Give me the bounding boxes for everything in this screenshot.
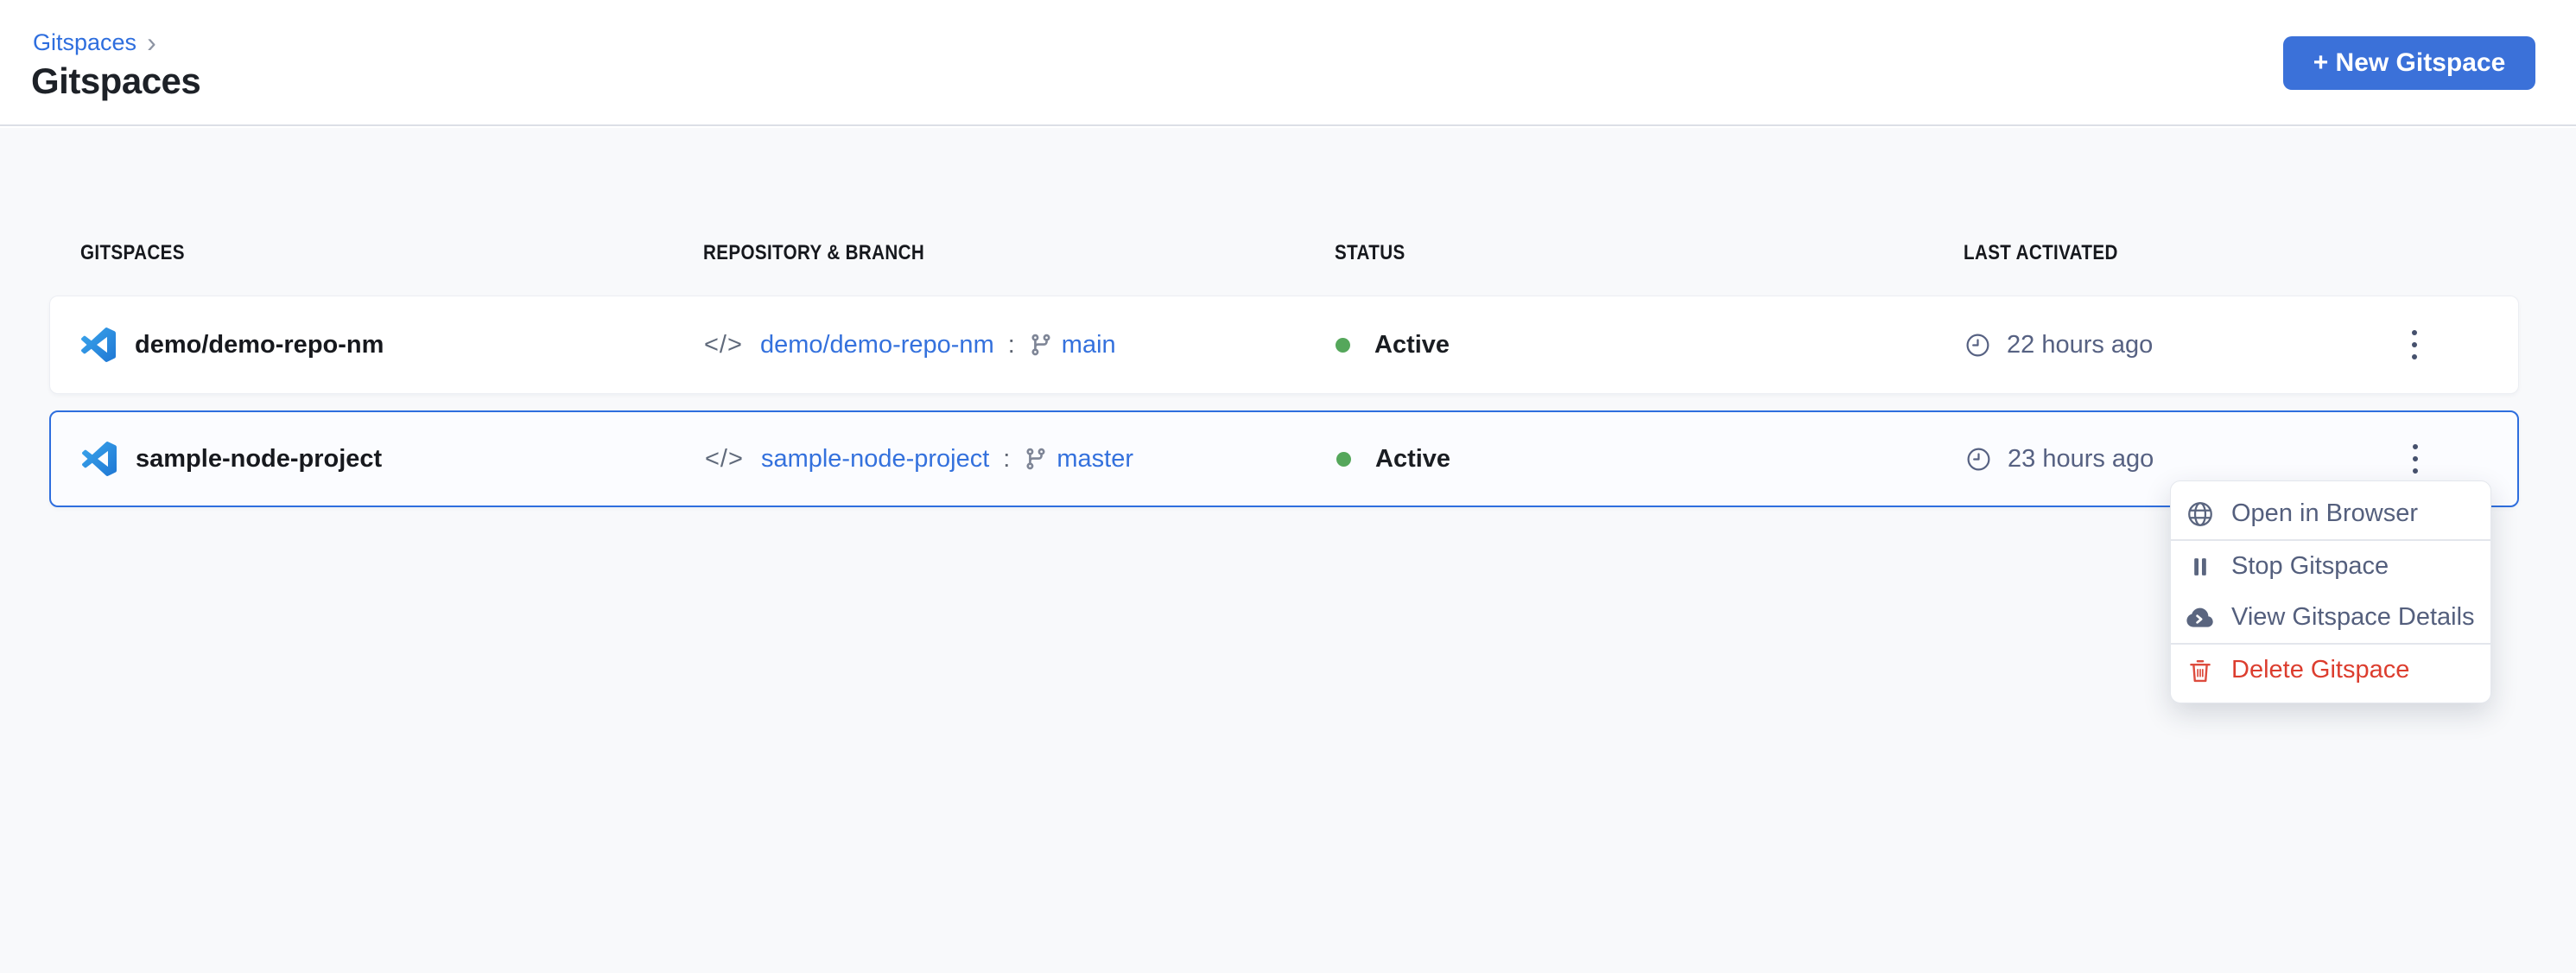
repo-branch-separator: : [1008, 331, 1015, 359]
gitspaces-table: GITSPACES REPOSITORY & BRANCH STATUS LAS… [49, 128, 2519, 507]
last-activated-label: 22 hours ago [2007, 331, 2153, 359]
menu-item-label: Open in Browser [2231, 499, 2418, 528]
gitspace-name: sample-node-project [136, 445, 382, 474]
menu-item-label: Delete Gitspace [2231, 656, 2409, 684]
column-header-status: STATUS [1335, 241, 1964, 265]
repository-link[interactable]: sample-node-project [761, 445, 989, 474]
table-row[interactable]: sample-node-project </> sample-node-proj… [49, 410, 2519, 507]
table-row[interactable]: demo/demo-repo-nm </> demo/demo-repo-nm … [49, 296, 2519, 394]
repo-branch-separator: : [1003, 445, 1010, 474]
trash-icon [2185, 656, 2216, 685]
repository-link[interactable]: demo/demo-repo-nm [760, 331, 994, 359]
column-header-repository-branch: REPOSITORY & BRANCH [703, 241, 1335, 265]
new-gitspace-button[interactable]: + New Gitspace [2283, 36, 2535, 90]
code-icon: </> [704, 331, 743, 359]
vscode-icon [82, 442, 117, 476]
menu-item-stop-gitspace[interactable]: Stop Gitspace [2171, 541, 2490, 592]
vscode-icon [81, 328, 116, 362]
code-icon: </> [705, 445, 744, 474]
git-branch-icon [1029, 333, 1053, 357]
chevron-right-icon: › [147, 31, 156, 54]
gitspaces-page: Gitspaces › Gitspaces + New Gitspace GIT… [0, 0, 2576, 973]
menu-item-label: Stop Gitspace [2231, 552, 2389, 581]
status-dot [1336, 452, 1351, 467]
menu-item-view-gitspace-details[interactable]: View Gitspace Details [2171, 592, 2490, 643]
branch-link[interactable]: main [1062, 331, 1116, 359]
gitspace-name: demo/demo-repo-nm [135, 331, 384, 359]
column-header-gitspaces: GITSPACES [80, 241, 703, 265]
pause-icon [2185, 552, 2216, 582]
column-header-last-activated: LAST ACTIVATED [1964, 241, 2361, 265]
git-branch-icon [1024, 447, 1048, 471]
kebab-menu-icon[interactable] [2400, 321, 2429, 368]
status-label: Active [1375, 445, 1450, 474]
branch-link[interactable]: master [1056, 445, 1133, 474]
menu-item-label: View Gitspace Details [2231, 603, 2475, 632]
breadcrumb: Gitspaces › [33, 29, 156, 56]
menu-item-open-in-browser[interactable]: Open in Browser [2171, 488, 2490, 539]
last-activated-label: 23 hours ago [2008, 445, 2154, 474]
page-header: Gitspaces › Gitspaces + New Gitspace [0, 0, 2576, 126]
status-dot [1336, 338, 1350, 353]
breadcrumb-link-gitspaces[interactable]: Gitspaces [33, 29, 136, 56]
status-label: Active [1374, 331, 1450, 359]
context-menu: Open in Browser Stop Gitspace View Gitsp… [2170, 480, 2491, 703]
table-header-row: GITSPACES REPOSITORY & BRANCH STATUS LAS… [49, 235, 2519, 271]
clock-icon [1964, 332, 1991, 359]
menu-item-delete-gitspace[interactable]: Delete Gitspace [2171, 645, 2490, 696]
cloud-icon [2185, 603, 2216, 633]
page-title: Gitspaces [31, 60, 200, 102]
kebab-menu-icon[interactable] [2401, 436, 2430, 482]
clock-icon [1965, 446, 1992, 473]
globe-icon [2185, 499, 2216, 529]
